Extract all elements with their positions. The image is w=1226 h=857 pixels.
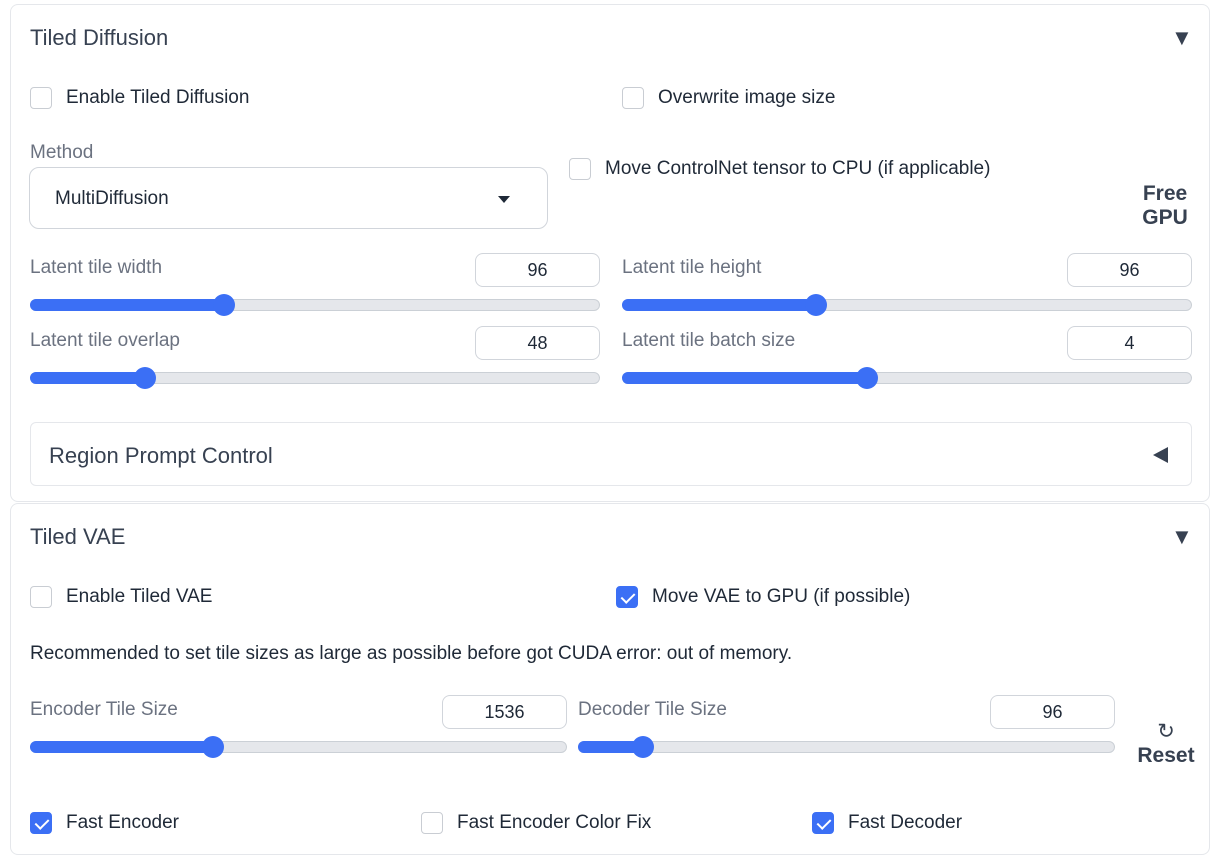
move-controlnet-checkbox[interactable] — [569, 158, 591, 180]
slider-thumb[interactable] — [805, 294, 828, 316]
latent-tile-height-input[interactable]: 96 — [1067, 253, 1192, 287]
tiled-vae-panel: Tiled VAE ▼ Enable Tiled VAE Move VAE to… — [10, 503, 1210, 855]
fast-decoder-checkbox[interactable] — [812, 812, 834, 834]
slider-thumb[interactable] — [632, 736, 655, 758]
slider-fill — [30, 741, 213, 753]
overwrite-image-size-label[interactable]: Overwrite image size — [658, 87, 835, 109]
latent-tile-width-input[interactable]: 96 — [475, 253, 600, 287]
latent-tile-width-label: Latent tile width — [30, 257, 163, 278]
encoder-tile-size-slider[interactable] — [30, 736, 567, 758]
free-gpu-button[interactable]: Free GPU — [1137, 182, 1193, 230]
latent-tile-batch-size-label: Latent tile batch size — [622, 330, 796, 351]
region-prompt-control-title[interactable]: Region Prompt Control — [49, 443, 273, 469]
slider-thumb[interactable] — [133, 367, 156, 389]
latent-tile-batch-size-input[interactable]: 4 — [1067, 326, 1192, 360]
overwrite-image-size-checkbox[interactable] — [622, 87, 644, 109]
slider-fill — [30, 372, 145, 384]
triangle-left-icon[interactable] — [1153, 447, 1168, 463]
encoder-tile-size-input[interactable]: 1536 — [442, 695, 567, 729]
fast-encoder-color-fix-checkbox[interactable] — [421, 812, 443, 834]
move-vae-to-gpu-label[interactable]: Move VAE to GPU (if possible) — [652, 586, 910, 608]
latent-tile-overlap-label: Latent tile overlap — [30, 330, 180, 351]
latent-tile-overlap-input[interactable]: 48 — [475, 326, 600, 360]
reset-icon: ↻ — [1157, 720, 1175, 743]
reset-button[interactable]: ↻ Reset — [1135, 720, 1197, 768]
triangle-down-icon[interactable]: ▼ — [1171, 25, 1193, 51]
latent-tile-overlap-slider[interactable] — [30, 367, 600, 389]
latent-tile-height-label: Latent tile height — [622, 257, 762, 278]
reset-label: Reset — [1137, 744, 1195, 767]
method-dropdown[interactable]: MultiDiffusion — [29, 167, 548, 229]
enable-tiled-vae-label[interactable]: Enable Tiled VAE — [66, 586, 212, 608]
slider-thumb[interactable] — [201, 736, 224, 758]
enable-tiled-diffusion-checkbox[interactable] — [30, 87, 52, 109]
fast-encoder-label[interactable]: Fast Encoder — [66, 812, 179, 834]
method-label: Method — [30, 142, 94, 163]
slider-fill — [622, 372, 868, 384]
move-vae-to-gpu-checkbox[interactable] — [616, 586, 638, 608]
latent-tile-batch-size-slider[interactable] — [622, 367, 1192, 389]
fast-decoder-label[interactable]: Fast Decoder — [848, 812, 962, 834]
enable-tiled-vae-checkbox[interactable] — [30, 586, 52, 608]
fast-encoder-color-fix-label[interactable]: Fast Encoder Color Fix — [457, 812, 651, 834]
decoder-tile-size-label: Decoder Tile Size — [578, 699, 727, 720]
region-prompt-control-accordion[interactable]: Region Prompt Control — [30, 422, 1192, 486]
encoder-tile-size-label: Encoder Tile Size — [30, 699, 178, 720]
tiled-vae-title[interactable]: Tiled VAE — [30, 524, 125, 550]
latent-tile-height-slider[interactable] — [622, 294, 1192, 316]
move-controlnet-label[interactable]: Move ControlNet tensor to CPU (if applic… — [605, 158, 990, 180]
recommendation-text: Recommended to set tile sizes as large a… — [30, 643, 793, 664]
latent-tile-width-slider[interactable] — [30, 294, 600, 316]
fast-encoder-checkbox[interactable] — [30, 812, 52, 834]
method-value: MultiDiffusion — [55, 188, 169, 209]
decoder-tile-size-slider[interactable] — [578, 736, 1115, 758]
free-gpu-label-line2: GPU — [1142, 206, 1188, 229]
tiled-diffusion-title[interactable]: Tiled Diffusion — [30, 25, 168, 51]
caret-down-icon — [498, 196, 510, 203]
tiled-diffusion-panel: Tiled Diffusion ▼ Enable Tiled Diffusion… — [10, 4, 1210, 502]
decoder-tile-size-input[interactable]: 96 — [990, 695, 1115, 729]
enable-tiled-diffusion-label[interactable]: Enable Tiled Diffusion — [66, 87, 249, 109]
slider-fill — [622, 299, 817, 311]
slider-fill — [30, 299, 225, 311]
slider-thumb[interactable] — [856, 367, 879, 389]
triangle-down-icon[interactable]: ▼ — [1171, 524, 1193, 550]
free-gpu-label-line1: Free — [1142, 182, 1188, 205]
slider-thumb[interactable] — [213, 294, 236, 316]
